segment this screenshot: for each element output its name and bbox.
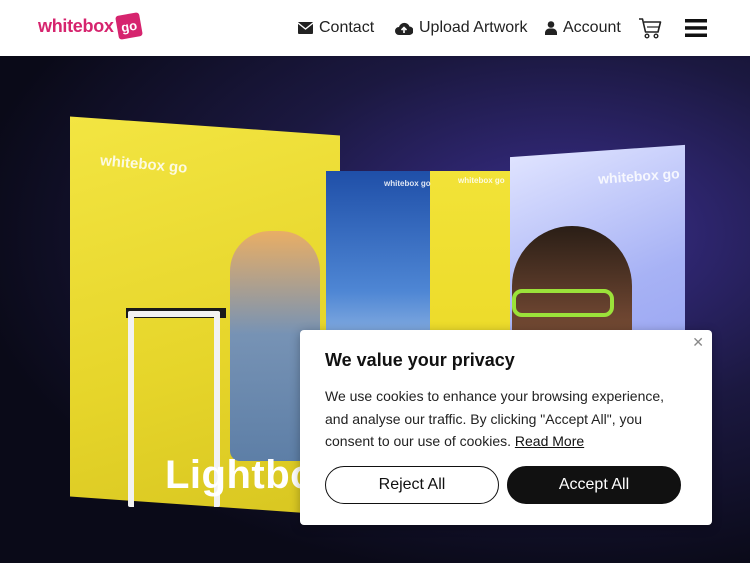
cart-button[interactable]: [638, 0, 662, 56]
read-more-link[interactable]: Read More: [515, 433, 584, 449]
logo-badge: go: [114, 12, 143, 40]
menu-button[interactable]: [685, 0, 707, 56]
nav-account-link[interactable]: Account: [545, 0, 621, 56]
cookie-consent-dialog: ✕ We value your privacy We use cookies t…: [300, 330, 712, 525]
nav-upload-label: Upload Artwork: [419, 19, 528, 36]
accept-all-button[interactable]: Accept All: [507, 466, 681, 504]
reject-all-button[interactable]: Reject All: [325, 466, 499, 504]
brand-logo[interactable]: whitebox go: [38, 12, 143, 40]
nav-account-label: Account: [563, 19, 621, 36]
cookie-button-row: Reject All Accept All: [325, 466, 681, 504]
site-header: whitebox go Contact Upload Artwork Accou…: [0, 0, 750, 56]
nav-contact-link[interactable]: Contact: [298, 0, 374, 56]
hamburger-icon: [685, 19, 707, 37]
nav-contact-label: Contact: [319, 19, 375, 36]
cookie-body-paragraph: We use cookies to enhance your browsing …: [325, 385, 687, 453]
logo-wordmark: whitebox: [38, 15, 114, 36]
envelope-icon: [298, 22, 313, 34]
close-icon[interactable]: ✕: [692, 334, 704, 351]
cart-icon: [638, 17, 662, 39]
cookie-title: We value your privacy: [325, 350, 515, 370]
panel-logo: whitebox go: [384, 179, 431, 188]
user-icon: [545, 21, 557, 35]
panel-logo: whitebox go: [458, 176, 505, 185]
green-glasses: [512, 289, 614, 317]
cookie-body-text: We use cookies to enhance your browsing …: [325, 388, 665, 449]
cloud-upload-icon: [395, 22, 413, 35]
nav-upload-artwork-link[interactable]: Upload Artwork: [395, 0, 528, 56]
